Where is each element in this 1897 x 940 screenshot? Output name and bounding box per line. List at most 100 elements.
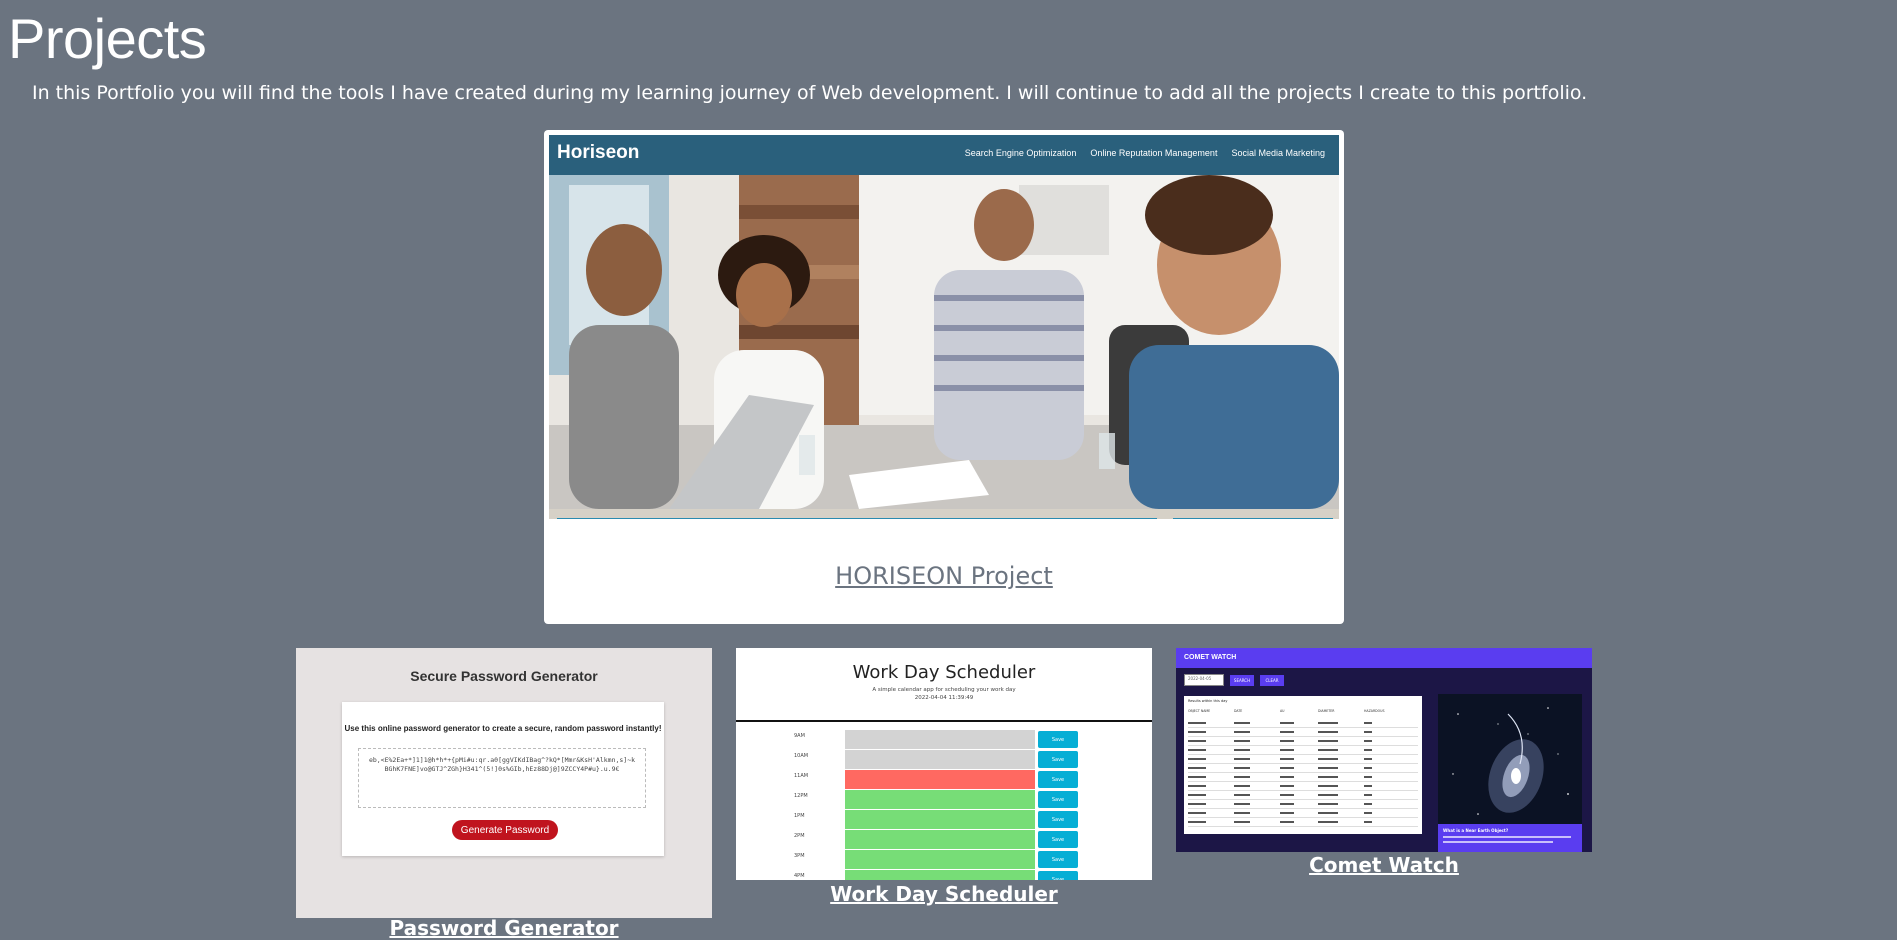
comet-table-cell [1234, 722, 1250, 724]
password-generator-link[interactable]: Password Generator [296, 916, 712, 940]
comet-table-cell [1188, 812, 1206, 814]
password-generator-title: Secure Password Generator [410, 668, 598, 684]
scheduler-save-button: Save [1038, 731, 1078, 748]
comet-table-row [1188, 745, 1418, 746]
scheduler-subtitle: A simple calendar app for scheduling you… [872, 687, 1016, 693]
comet-table-cell [1364, 749, 1372, 751]
scheduler-event-block [845, 770, 1035, 790]
password-generator-panel: Use this online password generator to cr… [342, 702, 664, 856]
comet-table-cell [1318, 785, 1338, 787]
scheduler-event-block [845, 810, 1035, 830]
comet-table-cell [1188, 803, 1206, 805]
comet-table-header: OBJECT NAME DATE AU DIAMETER HAZARDOUS [1188, 709, 1418, 717]
neo-info-text [1443, 841, 1553, 843]
comet-table-cell [1280, 785, 1294, 787]
comet-table-cell [1364, 722, 1372, 724]
scheduler-hour-label: 2PM [794, 833, 805, 839]
comet-table-caption: Results within this day [1188, 699, 1228, 703]
comet-table-cell [1364, 794, 1372, 796]
scheduler-save-button: Save [1038, 851, 1078, 868]
comet-column-header: DIAMETER [1318, 709, 1335, 713]
comet-table-cell [1234, 749, 1250, 751]
comet-table-cell [1318, 821, 1338, 823]
comet-table-cell [1234, 803, 1250, 805]
comet-table-cell [1280, 821, 1294, 823]
comet-table-cell [1234, 740, 1250, 742]
comet-watch-screenshot[interactable]: COMET WATCH 2022-04-05 SEARCH CLEAR Resu… [1176, 648, 1592, 852]
horiseon-divider [1173, 518, 1333, 519]
scheduler-save-button: Save [1038, 871, 1078, 880]
scheduler-save-button: Save [1038, 811, 1078, 828]
comet-table-cell [1188, 722, 1206, 724]
scheduler-hour-row: 1PM Save [736, 810, 1152, 830]
horiseon-nav-item: Online Reputation Management [1090, 148, 1218, 158]
comet-table-cell [1188, 767, 1206, 769]
comet-table-cell [1364, 758, 1372, 760]
comet-table-cell [1364, 776, 1372, 778]
comet-column-header: HAZARDOUS [1364, 709, 1385, 713]
team-meeting-photo [549, 175, 1339, 509]
comet-table-cell [1280, 812, 1294, 814]
comet-table-cell [1318, 731, 1338, 733]
comet-watch-brand: COMET WATCH [1184, 654, 1237, 661]
comet-table-row [1188, 799, 1418, 800]
scheduler-event-block [845, 730, 1035, 750]
comet-table-cell [1280, 731, 1294, 733]
work-day-scheduler-screenshot[interactable]: Work Day Scheduler A simple calendar app… [736, 648, 1152, 880]
generated-password-output: eb,<E%2Ea+*]1]1@h*h*+{pMi#u:qr.a0[ggVIKd… [358, 748, 646, 808]
comet-table-cell [1318, 758, 1338, 760]
horiseon-project-link[interactable]: HORISEON Project [544, 562, 1344, 590]
scheduler-divider [736, 720, 1152, 722]
horiseon-header: Horiseon Search Engine Optimization Onli… [549, 135, 1339, 175]
scheduler-event-block [845, 850, 1035, 870]
horiseon-screenshot[interactable]: Horiseon Search Engine Optimization Onli… [549, 135, 1339, 519]
neo-info-text [1443, 836, 1571, 838]
scheduler-hour-label: 11AM [794, 773, 809, 779]
comet-table-row [1188, 817, 1418, 818]
scheduler-current-date: 2022-04-04 11:39:49 [914, 695, 974, 701]
comet-table-cell [1280, 740, 1294, 742]
comet-table-row [1188, 772, 1418, 773]
comet-watch-link[interactable]: Comet Watch [1176, 853, 1592, 877]
horiseon-logo: Horiseon [557, 142, 640, 163]
scheduler-save-button: Save [1038, 771, 1078, 788]
neo-info-panel: What is a Near Earth Object? [1438, 824, 1582, 852]
comet-table-row [1188, 754, 1418, 755]
comet-table-cell [1188, 821, 1206, 823]
comet-table-cell [1234, 776, 1250, 778]
scheduler-save-button: Save [1038, 831, 1078, 848]
comet-table-row [1188, 763, 1418, 764]
scheduler-event-block [845, 830, 1035, 850]
horiseon-nav-item: Social Media Marketing [1231, 148, 1325, 158]
scheduler-title: Work Day Scheduler [852, 662, 1036, 683]
comet-table-cell [1318, 776, 1338, 778]
comet-table-cell [1364, 740, 1372, 742]
horiseon-divider [557, 518, 1157, 519]
scheduler-hour-label: 1PM [794, 813, 805, 819]
scheduler-hour-label: 10AM [794, 753, 809, 759]
scheduler-hour-row: 12PM Save [736, 790, 1152, 810]
scheduler-hour-list: 9AM Save 10AM Save 11AM Save 12PM Save 1PM Save 2P… [736, 730, 1152, 880]
password-generator-instruction: Use this online password generator to cr… [344, 724, 662, 733]
scheduler-event-block [845, 870, 1035, 880]
scheduler-save-button: Save [1038, 791, 1078, 808]
scheduler-hour-row: 11AM Save [736, 770, 1152, 790]
comet-watch-header: COMET WATCH [1176, 648, 1592, 668]
comet-table-row [1188, 826, 1418, 827]
intro-text: In this Portfolio you will find the tool… [32, 82, 1588, 104]
comet-table-cell [1234, 821, 1250, 823]
horiseon-nav-item: Search Engine Optimization [964, 148, 1077, 158]
comet-column-header: DATE [1234, 709, 1243, 713]
comet-table-cell [1188, 758, 1206, 760]
comet-table-cell [1234, 794, 1250, 796]
comet-table-cell [1188, 749, 1206, 751]
work-day-scheduler-link[interactable]: Work Day Scheduler [736, 882, 1152, 906]
comet-table-cell [1318, 749, 1338, 751]
featured-project-card: Horiseon Search Engine Optimization Onli… [544, 130, 1344, 624]
scheduler-hour-row: 3PM Save [736, 850, 1152, 870]
password-generator-screenshot[interactable]: Secure Password Generator Use this onlin… [296, 648, 712, 918]
comet-date-input: 2022-04-05 [1184, 674, 1224, 686]
comet-table-cell [1234, 767, 1250, 769]
scheduler-hour-row: 2PM Save [736, 830, 1152, 850]
comet-table-cell [1364, 812, 1372, 814]
